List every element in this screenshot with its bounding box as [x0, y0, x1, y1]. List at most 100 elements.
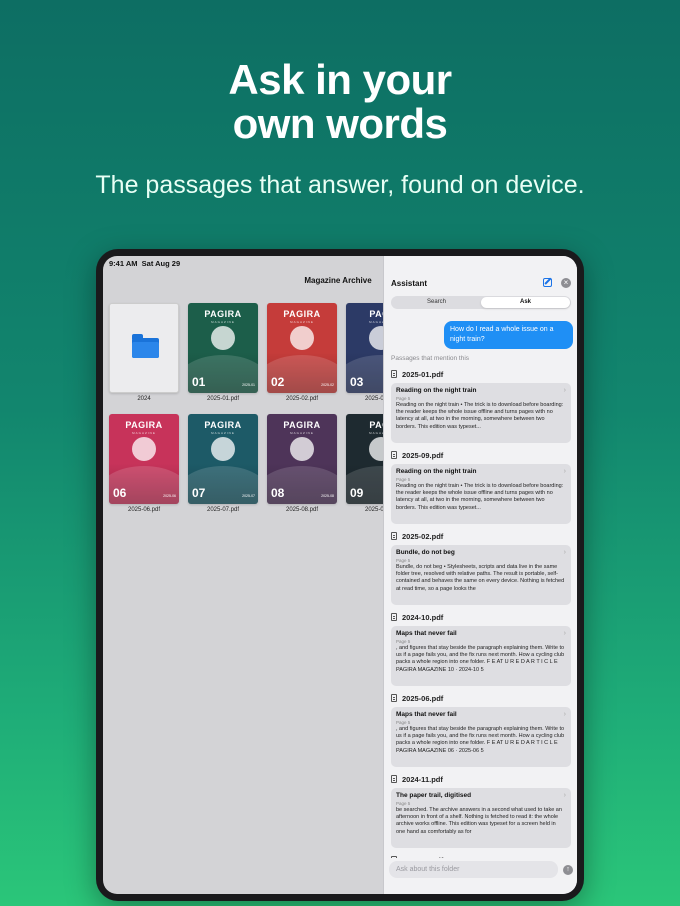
close-icon[interactable]: ×: [561, 278, 571, 288]
chevron-right-icon: ›: [563, 711, 566, 718]
tile-label: 2024: [137, 396, 151, 402]
magazine-tile[interactable]: PAGIRA MAGAZINE 01 2025-01 2025-01.pdf: [188, 303, 258, 402]
assistant-panel: Assistant × Search Ask How do I read a w…: [383, 256, 577, 894]
tablet-screen: 9:41 AM Sat Aug 29 Magazine Archive 2024…: [103, 256, 577, 894]
cover-issue-number: 08: [271, 486, 285, 500]
result-file-row[interactable]: 2024-11.pdf: [391, 773, 571, 785]
result-item: 2025-01.pdf Reading on the night train › Pa…: [391, 368, 571, 443]
cover-brand-sub: MAGAZINE: [290, 320, 314, 324]
magazine-cover: PAGIRA MAGAZINE 01 2025-01: [188, 303, 258, 393]
cover-brand: PAGIRA: [283, 309, 321, 319]
passage-title: Reading on the night train: [396, 387, 477, 394]
passage-card[interactable]: Reading on the night train › Page 5 Reading…: [391, 383, 571, 443]
result-file-row[interactable]: 2024-10.pdf: [391, 611, 571, 623]
result-file-name: 2025-09.pdf: [402, 450, 444, 460]
passage-snippet: , and figures that stay beside the parag…: [396, 726, 565, 754]
subheadline: The passages that answer, found on devic…: [95, 171, 585, 199]
tile-label: 2025-06.pdf: [127, 507, 161, 513]
result-item: 2025-09.pdf Reading on the night train › Pa…: [391, 449, 571, 524]
passage-title: Reading on the night train: [396, 468, 477, 475]
magazine-cover: PAGIRA MAGAZINE 02 2025-02: [267, 303, 337, 393]
result-item: 2025-06.pdf Maps that never fail › Page 5, …: [391, 692, 571, 767]
headline-line-1: Ask in your: [228, 56, 452, 103]
passage-card[interactable]: Bundle, do not beg › Page 5 Bundle, do not …: [391, 545, 571, 605]
passage-card[interactable]: Reading on the night train › Page 5 Reading…: [391, 464, 571, 524]
result-file-row[interactable]: 2025-06.pdf: [391, 692, 571, 704]
tab-search[interactable]: Search: [392, 297, 481, 308]
ask-input[interactable]: Ask about this folder: [389, 861, 558, 878]
cover-issue-number: 02: [271, 375, 285, 389]
document-icon: [391, 856, 397, 858]
document-icon: [391, 694, 397, 702]
cover-disc-graphic: [290, 326, 314, 350]
cover-disc-graphic: [290, 437, 314, 461]
result-item: 2024-11.pdf The paper trail, digitised › Pa…: [391, 773, 571, 848]
result-file-name: 2025-07.pdf: [402, 856, 443, 859]
document-icon: [391, 775, 397, 783]
cover-brand-sub: MAGAZINE: [290, 431, 314, 435]
cover-issue-date: 2025-01: [242, 383, 255, 387]
result-file-row[interactable]: 2025-02.pdf: [391, 530, 571, 542]
status-time-text: 9:41 AM: [109, 259, 138, 268]
passage-snippet: , and figures that stay beside the parag…: [396, 645, 565, 673]
result-file-row[interactable]: 2025-07.pdf: [391, 854, 571, 858]
cover-brand: PAGIRA: [204, 309, 242, 319]
result-file-name: 2024-10.pdf: [402, 612, 444, 622]
passage-page: Page 5: [396, 801, 411, 806]
question-bubble: How do I read a whole issue on a night t…: [444, 321, 573, 349]
magazine-cover: PAGIRA MAGAZINE 08 2025-08: [267, 414, 337, 504]
tile-label: 2025-01.pdf: [206, 396, 240, 402]
passage-snippet: Bundle, do not beg • Stylesheets, script…: [396, 564, 565, 592]
cover-issue-number: 09: [350, 486, 364, 500]
send-button[interactable]: ↑: [563, 865, 573, 875]
magazine-tile[interactable]: PAGIRA MAGAZINE 02 2025-02 2025-02.pdf: [267, 303, 337, 402]
result-item: 2025-02.pdf Bundle, do not beg › Page 5 Bund…: [391, 530, 571, 605]
passage-card[interactable]: The paper trail, digitised › Page 5 be sea…: [391, 788, 571, 848]
passage-title: Maps that never fail: [396, 711, 457, 718]
cover-brand-sub: MAGAZINE: [132, 431, 156, 435]
page-title: Magazine Archive: [304, 276, 372, 285]
passage-page: Page 5: [396, 639, 411, 644]
document-icon: [391, 613, 397, 621]
assistant-title: Assistant: [391, 279, 428, 288]
passage-title: Maps that never fail: [396, 630, 457, 637]
document-icon: [391, 532, 397, 540]
results-list: 2025-01.pdf Reading on the night train › Pa…: [391, 368, 571, 858]
headline: Ask in your own words: [0, 58, 680, 146]
cover-disc-graphic: [132, 437, 156, 461]
magazine-cover: PAGIRA MAGAZINE 07 2025-07: [188, 414, 258, 504]
cover-brand: PAGIRA: [283, 420, 321, 430]
chevron-right-icon: ›: [563, 630, 566, 637]
result-file-row[interactable]: 2025-01.pdf: [391, 368, 571, 380]
cover-issue-number: 07: [192, 486, 206, 500]
result-item: 2025-07.pdf: [391, 854, 571, 858]
cover-brand: PAGIRA: [125, 420, 163, 430]
passage-snippet: Reading on the night train • The trick i…: [396, 483, 564, 511]
status-time: 9:41 AM Sat Aug 29: [109, 259, 180, 268]
result-file-name: 2025-02.pdf: [402, 531, 444, 541]
folder-tile-2024[interactable]: 2024: [109, 303, 179, 402]
result-file-name: 2025-06.pdf: [402, 693, 444, 703]
cover-brand-sub: MAGAZINE: [211, 320, 235, 324]
chevron-right-icon: ›: [563, 549, 566, 556]
passage-card[interactable]: Maps that never fail › Page 5, and figures…: [391, 707, 571, 767]
document-icon: [391, 451, 397, 459]
passage-page: Page 5: [396, 720, 411, 725]
passage-card[interactable]: Maps that never fail › Page 5, and figures…: [391, 626, 571, 686]
tile-label: 2025-08.pdf: [285, 507, 319, 513]
cover-disc-graphic: [211, 326, 235, 350]
cover-issue-number: 01: [192, 375, 206, 389]
passage-snippet: be searched. The archive answers in a se…: [396, 807, 562, 835]
result-file-name: 2024-11.pdf: [402, 774, 443, 784]
compose-icon[interactable]: [543, 278, 552, 287]
magazine-tile[interactable]: PAGIRA MAGAZINE 06 2025-06 2025-06.pdf: [109, 414, 179, 513]
tab-ask[interactable]: Ask: [481, 297, 570, 308]
magazine-tile[interactable]: PAGIRA MAGAZINE 07 2025-07 2025-07.pdf: [188, 414, 258, 513]
result-file-row[interactable]: 2025-09.pdf: [391, 449, 571, 461]
result-item: 2024-10.pdf Maps that never fail › Page 5, …: [391, 611, 571, 686]
cover-brand: PAGIRA: [204, 420, 242, 430]
magazine-tile[interactable]: PAGIRA MAGAZINE 08 2025-08 2025-08.pdf: [267, 414, 337, 513]
passage-page: Page 5: [396, 396, 411, 401]
passage-title: The paper trail, digitised: [396, 792, 472, 799]
cover-brand-sub: MAGAZINE: [211, 431, 235, 435]
